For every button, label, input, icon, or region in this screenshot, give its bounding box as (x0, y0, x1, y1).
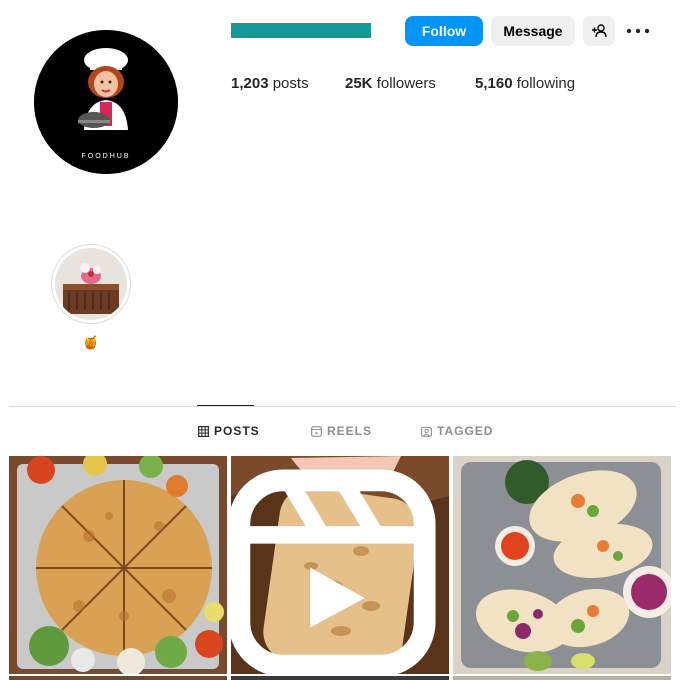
tab-posts[interactable]: POSTS (198, 424, 260, 438)
tab-posts-label: POSTS (214, 424, 260, 438)
tab-reels-label: REELS (327, 424, 373, 438)
next-row-peek (453, 676, 671, 680)
reels-icon (311, 425, 322, 437)
more-options-button[interactable] (624, 16, 652, 46)
suggested-users-button[interactable] (583, 16, 615, 46)
tab-tagged-label: TAGGED (437, 424, 494, 438)
followers-count-label: followers (376, 75, 436, 92)
posts-count: 1,203 posts (231, 75, 309, 92)
followers-count-value: 25K (345, 75, 373, 92)
reel-icon (231, 469, 436, 674)
next-row-peek (231, 676, 449, 680)
highlight-cover-image (55, 248, 127, 320)
username-redacted (231, 23, 371, 38)
quesadilla-platter-image (9, 456, 227, 674)
tabs-divider (9, 406, 676, 407)
active-tab-indicator (197, 405, 254, 406)
avatar-logo-text: FOODHUB (82, 153, 131, 160)
post-thumbnail[interactable] (9, 456, 227, 674)
next-row-peek (9, 676, 227, 680)
following-count-value: 5,160 (475, 75, 513, 92)
story-highlight[interactable] (51, 244, 131, 324)
posts-count-value: 1,203 (231, 75, 269, 92)
follow-button[interactable]: Follow (405, 16, 483, 46)
tagged-icon (421, 426, 432, 437)
tab-tagged[interactable]: TAGGED (421, 424, 493, 438)
followers-count[interactable]: 25K followers (345, 75, 436, 92)
following-count[interactable]: 5,160 following (475, 75, 575, 92)
posts-count-label: posts (272, 75, 309, 92)
grid-icon (198, 425, 209, 437)
following-count-label: following (516, 75, 576, 92)
post-thumbnail[interactable] (453, 456, 671, 674)
person-add-icon (592, 24, 607, 38)
highlight-label: 🍯 (82, 335, 100, 350)
profile-avatar[interactable]: FOODHUB (34, 30, 178, 174)
tab-reels[interactable]: REELS (311, 424, 372, 438)
message-button[interactable]: Message (491, 16, 575, 46)
more-horizontal-icon (626, 28, 650, 34)
tacos-image (453, 456, 671, 674)
post-thumbnail[interactable] (231, 456, 449, 674)
chef-logo-icon: FOODHUB (34, 30, 178, 174)
